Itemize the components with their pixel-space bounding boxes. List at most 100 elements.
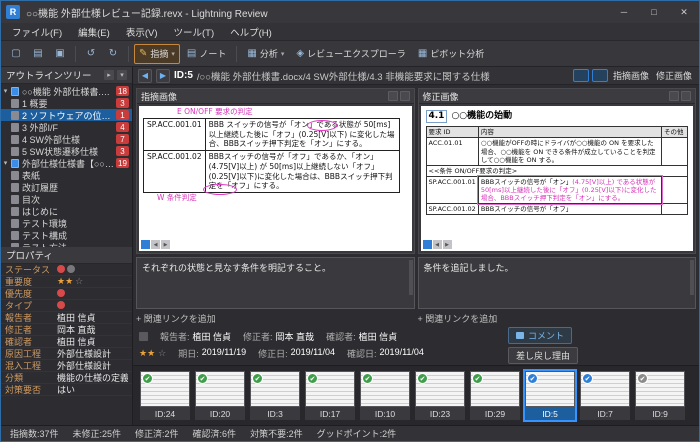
condition-subheader-cell: <<条件 ON/OFF要求の判定> (426, 165, 688, 176)
outline-tree: ▾○○機能 外部仕様書.docx18 1 概要3 2 ソフトウェアの位置付け1 … (1, 84, 132, 247)
tree-item-section[interactable]: はじめに (1, 205, 132, 217)
add-related-link-flagged[interactable]: + 関連リンクを追加 (136, 312, 415, 325)
save-button[interactable]: ▣ (50, 44, 70, 64)
prev-page-icon[interactable]: ◀ (433, 240, 442, 249)
tree-item-section-selected[interactable]: 2 ソフトウェアの位置付け1 (1, 109, 132, 121)
issue-thumbnail[interactable]: ✔ID:23 (415, 371, 465, 420)
next-issue-button[interactable]: ▶ (156, 69, 170, 83)
issue-thumbnail-selected[interactable]: ✔ID:5 (525, 371, 575, 420)
comment-button[interactable]: コメント (508, 327, 572, 344)
thumbnail-image: ✔ (195, 371, 245, 407)
review-explorer-button[interactable]: ◈レビューエクスプローラ (291, 44, 410, 64)
next-page-icon[interactable]: ▶ (443, 240, 452, 249)
page-box-icon[interactable] (141, 240, 150, 249)
original-text: BBBスイッチの信号が「オン」 (481, 178, 572, 186)
properties-title: プロパティ (6, 248, 53, 262)
flagged-image-view-icon[interactable] (573, 69, 589, 82)
fixed-image-view-icon[interactable] (592, 69, 608, 82)
page-box-icon[interactable] (423, 240, 432, 249)
menu-file[interactable]: ファイル(F) (4, 25, 70, 39)
tab-fixed-image[interactable]: 修正画像 (654, 69, 694, 82)
requirement-text-cell-highlighted: BBBスイッチの信号が「オン」(4.75[V]以上) である状態が 50[ms]… (478, 176, 661, 203)
fixed-document-image[interactable]: 4.1 ○○機能の始動 要求 ID 内容 その他 ACC.01 (421, 106, 694, 251)
redo-button[interactable]: ↻ (103, 44, 123, 64)
thumbnail-id-label: ID:9 (635, 407, 685, 420)
issue-thumbnail[interactable]: ✔ID:3 (250, 371, 300, 420)
save-icon: ▣ (55, 48, 64, 59)
issue-thumbnail[interactable]: ✔ID:7 (580, 371, 630, 420)
flagged-document-image[interactable]: E ON/OFF 要求の判定 SP.ACC.001.01 BBB スイッチの信号… (139, 106, 412, 251)
collapse-all-icon[interactable]: ▾ (117, 70, 127, 80)
chevron-down-icon: ▾ (171, 50, 175, 58)
menu-edit[interactable]: 編集(E) (70, 25, 118, 39)
property-action-needed[interactable]: 対策要否はい (1, 384, 132, 396)
fix-comment-box[interactable]: 条件を追記しました。 (418, 257, 697, 309)
close-button[interactable]: ✕ (669, 1, 699, 23)
star-filled-icon: ★★ (139, 348, 155, 359)
outline-tree-title: アウトラインツリー (6, 68, 92, 82)
flag-comment-box[interactable]: それぞれの状態と見なす条件を明記すること。 (136, 257, 415, 309)
flag-button-label: 指摘 (150, 47, 168, 60)
analysis-button[interactable]: ▦分析▾ (242, 44, 289, 64)
prev-page-icon[interactable]: ◀ (151, 240, 160, 249)
speech-bubble-icon (516, 332, 524, 339)
tree-item-section[interactable]: 3 外部I/F4 (1, 121, 132, 133)
return-reason-button[interactable]: 差し戻し理由 (508, 347, 578, 364)
caret-icon[interactable]: ▾ (1, 159, 10, 167)
issue-thumbnail[interactable]: ✔ID:24 (140, 371, 190, 420)
window-title: ○○機能 外部仕様レビュー記録.revx - Lightning Review (26, 5, 268, 20)
zoom-fit-icon[interactable] (388, 91, 398, 101)
prev-issue-button[interactable]: ◀ (138, 69, 152, 83)
section-icon (11, 171, 19, 180)
tree-item-section[interactable]: 5 SW状態遷移仕様3 (1, 145, 132, 157)
issue-count-badge: 19 (116, 158, 129, 168)
undo-button[interactable]: ↺ (81, 44, 101, 64)
add-related-link-fixed[interactable]: + 関連リンクを追加 (418, 312, 697, 325)
issue-thumbnail[interactable]: ✔ ID:9 (635, 371, 685, 420)
issue-thumbnail[interactable]: ✔ID:29 (470, 371, 520, 420)
caret-icon[interactable]: ▾ (1, 87, 10, 95)
tab-flagged-image[interactable]: 指摘画像 (611, 69, 651, 82)
tree-item-section[interactable]: 4 SW外部仕様7 (1, 133, 132, 145)
column-header: 要求 ID (426, 127, 478, 138)
tree-item-section[interactable]: テスト構成 (1, 229, 132, 241)
tree-item-section[interactable]: 1 概要3 (1, 97, 132, 109)
section-icon (11, 195, 19, 204)
note-icon: ▤ (187, 48, 196, 59)
zoom-fit-icon[interactable] (669, 91, 679, 101)
open-file-button[interactable]: ▤ (28, 44, 48, 64)
menu-tools[interactable]: ツール(T) (165, 25, 222, 39)
tree-item-section[interactable]: 目次 (1, 193, 132, 205)
maximize-button[interactable]: □ (639, 1, 669, 23)
new-file-button[interactable]: ▢ (6, 44, 26, 64)
note-button[interactable]: ▤ノート (182, 44, 231, 64)
undo-icon: ↺ (87, 48, 95, 59)
tree-item-document[interactable]: ▾外部仕様仕様書【○○機能】19 (1, 157, 132, 169)
tree-item-document[interactable]: ▾○○機能 外部仕様書.docx18 (1, 85, 132, 97)
status-check-icon: ✔ (637, 373, 648, 384)
issue-thumbnail[interactable]: ✔ID:10 (360, 371, 410, 420)
tree-item-section[interactable]: 表紙 (1, 169, 132, 181)
zoom-actual-icon[interactable] (400, 91, 410, 101)
requirement-text-cell: BBBスイッチの信号が「オフ」であるか、「オン」(4.75[V]以上) が 50… (205, 151, 399, 193)
menu-help[interactable]: ヘルプ(H) (222, 25, 280, 39)
menu-view[interactable]: 表示(V) (118, 25, 166, 39)
section-title: ○○機能の始動 (451, 111, 512, 122)
pivot-analysis-button[interactable]: ▦ピボット分析 (413, 44, 489, 64)
thumbnail-image: ✔ (470, 371, 520, 407)
tree-item-section[interactable]: 改訂履歴 (1, 181, 132, 193)
next-page-icon[interactable]: ▶ (161, 240, 170, 249)
minimize-button[interactable]: ─ (609, 1, 639, 23)
expand-all-icon[interactable]: ▸ (104, 70, 114, 80)
page-indicator: ◀▶ (141, 240, 170, 249)
fixed-image-panel: 修正画像 4.1 ○○機能の始動 要求 ID (418, 88, 697, 254)
issue-thumbnail[interactable]: ✔ID:17 (305, 371, 355, 420)
table-row: <<条件 ON/OFF要求の判定> (426, 165, 688, 176)
status-goodpoint-count: グッドポイント:2件 (317, 427, 397, 440)
flag-button[interactable]: ✎指摘▾ (134, 44, 180, 64)
toolbar-separator (75, 46, 76, 62)
tree-item-section[interactable]: テスト環境 (1, 217, 132, 229)
issue-count-badge: 3 (116, 98, 129, 108)
issue-thumbnail[interactable]: ✔ID:20 (195, 371, 245, 420)
zoom-actual-icon[interactable] (681, 91, 691, 101)
